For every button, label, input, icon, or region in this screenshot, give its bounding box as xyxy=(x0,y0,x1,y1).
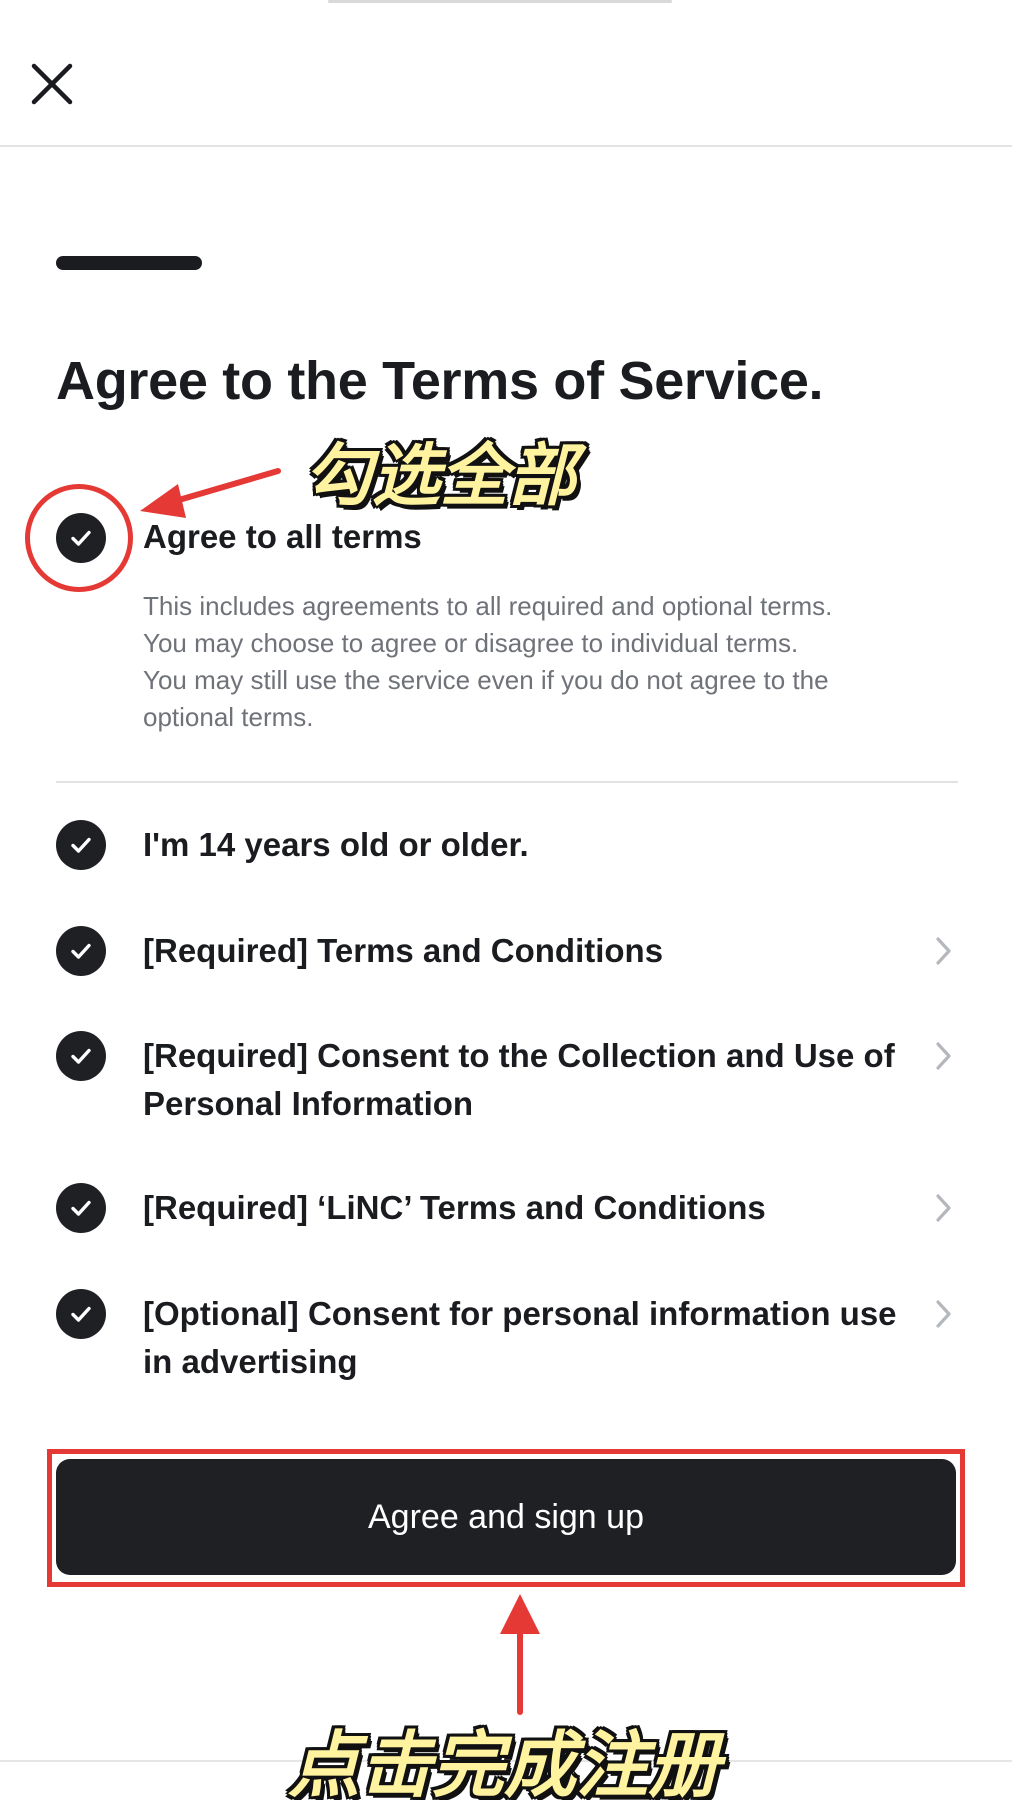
term-checkbox-terms[interactable] xyxy=(56,926,106,976)
check-icon xyxy=(71,943,91,959)
term-detail-advertising[interactable] xyxy=(928,1294,958,1334)
sheet-handle xyxy=(328,0,672,3)
term-detail-personal-info[interactable] xyxy=(928,1036,958,1076)
agree-all-description: This includes agreements to all required… xyxy=(143,588,903,736)
check-icon xyxy=(71,837,91,853)
term-label-personal-info[interactable]: [Required] Consent to the Collection and… xyxy=(143,1032,903,1128)
term-checkbox-age[interactable] xyxy=(56,820,106,870)
close-icon xyxy=(31,63,73,105)
annotation-arrow-head xyxy=(140,484,186,518)
chevron-right-icon xyxy=(936,1194,951,1222)
annotation-select-all: 勾选全部 xyxy=(304,437,577,516)
term-label-terms[interactable]: [Required] Terms and Conditions xyxy=(143,927,903,975)
close-button[interactable] xyxy=(26,58,78,110)
chevron-right-icon xyxy=(936,937,951,965)
header-divider xyxy=(0,145,1012,147)
annotation-circle xyxy=(25,484,133,592)
term-label-age[interactable]: I'm 14 years old or older. xyxy=(143,821,903,869)
term-checkbox-advertising[interactable] xyxy=(56,1289,106,1339)
description-line: You may still use the service even if yo… xyxy=(143,665,829,732)
term-label-linc[interactable]: [Required] ‘LiNC’ Terms and Conditions xyxy=(143,1184,903,1232)
agree-all-label[interactable]: Agree to all terms xyxy=(143,518,422,556)
term-detail-linc[interactable] xyxy=(928,1188,958,1228)
term-label-advertising[interactable]: [Optional] Consent for personal informat… xyxy=(143,1290,903,1386)
progress-bar xyxy=(56,256,202,270)
description-line: This includes agreements to all required… xyxy=(143,591,833,621)
annotation-box xyxy=(47,1449,965,1587)
section-divider xyxy=(56,781,958,783)
check-icon xyxy=(71,1306,91,1322)
check-icon xyxy=(71,1048,91,1064)
term-detail-terms[interactable] xyxy=(928,931,958,971)
term-checkbox-personal-info[interactable] xyxy=(56,1031,106,1081)
annotation-arrow-head xyxy=(500,1594,540,1634)
term-checkbox-linc[interactable] xyxy=(56,1183,106,1233)
description-line: You may choose to agree or disagree to i… xyxy=(143,628,799,658)
annotation-tap-to-finish: 点击完成注册 xyxy=(288,1723,721,1800)
page-title: Agree to the Terms of Service. xyxy=(56,351,824,411)
annotation-arrow-shaft xyxy=(169,468,281,505)
chevron-right-icon xyxy=(936,1042,951,1070)
chevron-right-icon xyxy=(936,1300,951,1328)
check-icon xyxy=(71,1200,91,1216)
